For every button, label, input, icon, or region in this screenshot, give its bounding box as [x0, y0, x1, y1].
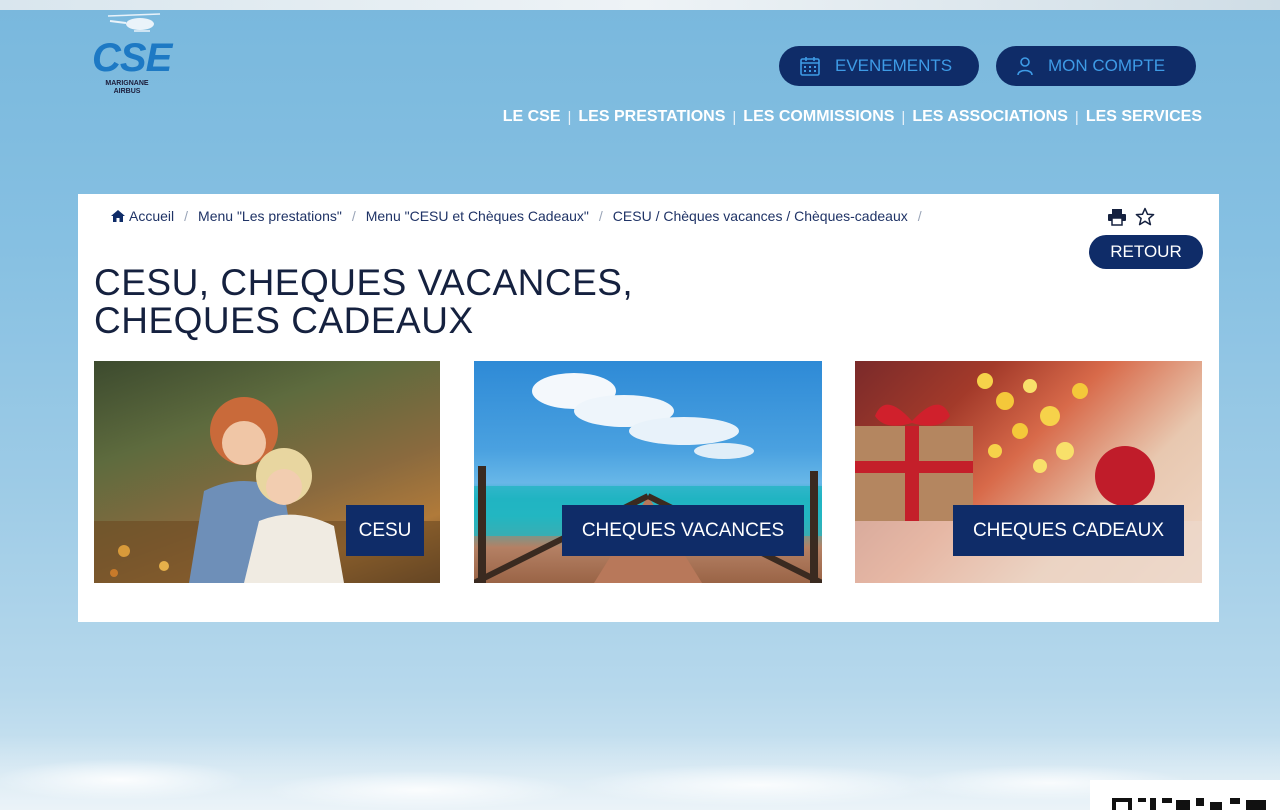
star-icon[interactable]: [1135, 207, 1155, 227]
nav-item-les-prestations[interactable]: LES PRESTATIONS: [578, 108, 725, 126]
nav-separator: |: [1074, 108, 1079, 126]
nav-item-les-commissions[interactable]: LES COMMISSIONS: [743, 108, 894, 126]
logo-subtitle: MARIGNANE AIRBUS: [100, 80, 154, 96]
print-icon[interactable]: [1107, 208, 1127, 226]
clouds-background: [0, 735, 1280, 810]
retour-button[interactable]: RETOUR: [1089, 235, 1203, 269]
logo-subtitle-line1: MARIGNANE: [105, 80, 149, 87]
breadcrumb-home[interactable]: Accueil: [110, 208, 174, 224]
tile-cesu[interactable]: CESU: [94, 361, 440, 583]
breadcrumb-separator: /: [184, 208, 189, 224]
nav-separator: |: [567, 108, 572, 126]
nav-item-les-associations[interactable]: LES ASSOCIATIONS: [912, 108, 1068, 126]
breadcrumb: Accueil / Menu "Les prestations" / Menu …: [110, 208, 932, 224]
breadcrumb-item-prestations[interactable]: Menu "Les prestations": [198, 208, 342, 224]
helicopter-icon: [107, 13, 161, 32]
nav-separator: |: [732, 108, 737, 126]
account-label: MON COMPTE: [1048, 56, 1166, 75]
events-label: EVENEMENTS: [835, 56, 953, 75]
tile-cesu-label: CESU: [346, 505, 424, 556]
content-card: Accueil / Menu "Les prestations" / Menu …: [78, 194, 1219, 622]
tile-cheques-vacances-label: CHEQUES VACANCES: [562, 505, 804, 556]
events-button[interactable]: EVENEMENTS: [779, 46, 979, 86]
page-title-line2: CHEQUES CADEAUX: [94, 300, 474, 341]
breadcrumb-home-label: Accueil: [129, 208, 175, 224]
top-strip: [0, 0, 1280, 10]
main-nav: LE CSE | LES PRESTATIONS | LES COMMISSIO…: [503, 108, 1202, 126]
home-icon: [111, 210, 125, 222]
nav-separator: |: [901, 108, 906, 126]
nav-item-le-cse[interactable]: LE CSE: [503, 108, 561, 126]
tile-cheques-cadeaux-label: CHEQUES CADEAUX: [953, 505, 1184, 556]
calendar-icon: [800, 57, 820, 76]
page-title: CESU, CHEQUES VACANCES, CHEQUES CADEAUX: [94, 264, 633, 340]
tile-cheques-vacances[interactable]: CHEQUES VACANCES: [474, 361, 822, 583]
tile-cheques-cadeaux[interactable]: CHEQUES CADEAUX: [855, 361, 1202, 583]
breadcrumb-separator: /: [351, 208, 356, 224]
breadcrumb-item-cesu-cheques[interactable]: Menu "CESU et Chèques Cadeaux": [366, 208, 589, 224]
account-button[interactable]: MON COMPTE: [996, 46, 1196, 86]
cse-logo[interactable]: CSE MARIGNANE AIRBUS: [92, 10, 182, 100]
qr-code: [1090, 780, 1280, 810]
breadcrumb-separator: /: [917, 208, 922, 224]
user-icon: [1017, 57, 1033, 76]
page-tools: [1107, 207, 1155, 227]
logo-text: CSE: [92, 36, 172, 80]
logo-subtitle-line2: AIRBUS: [113, 88, 141, 95]
nav-item-les-services[interactable]: LES SERVICES: [1086, 108, 1202, 126]
page-title-line1: CESU, CHEQUES VACANCES,: [94, 262, 634, 303]
breadcrumb-separator: /: [598, 208, 603, 224]
breadcrumb-item-current: CESU / Chèques vacances / Chèques-cadeau…: [612, 208, 908, 224]
qr-code-icon: [1112, 798, 1266, 810]
